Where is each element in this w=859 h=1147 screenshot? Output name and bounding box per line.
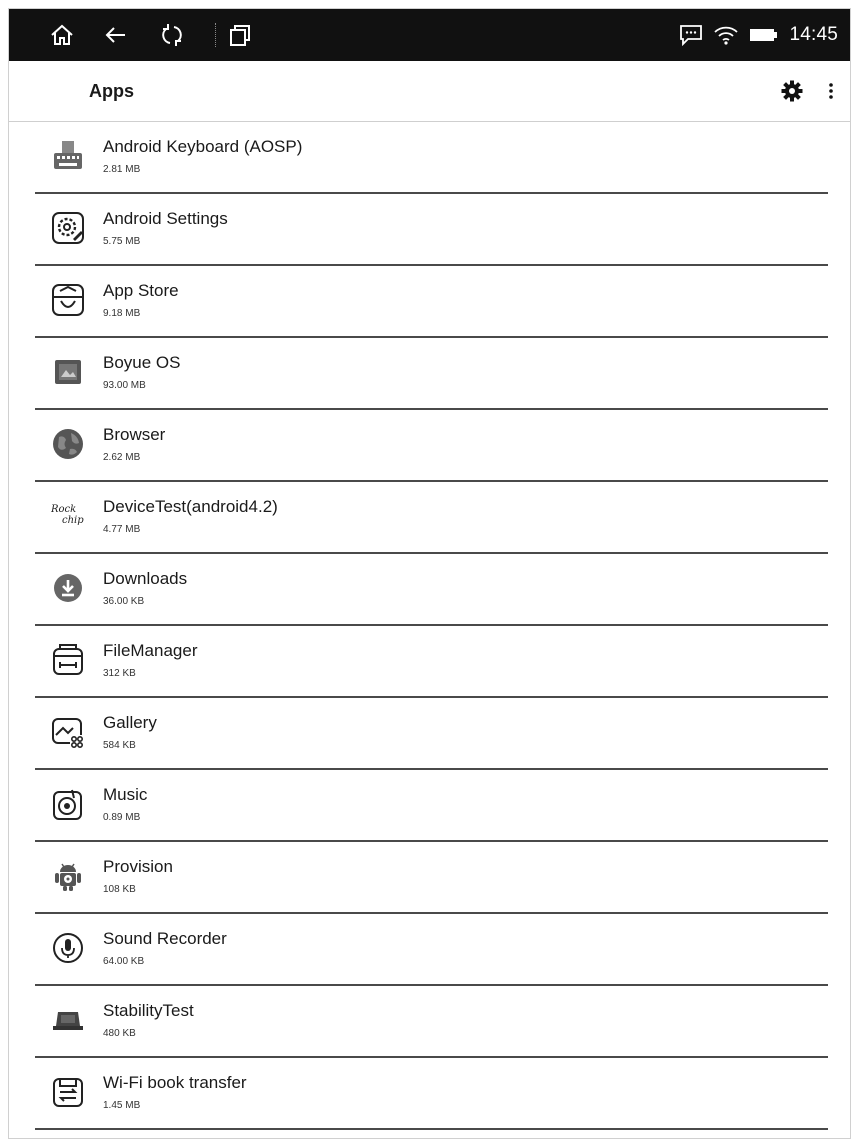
microphone-icon: [53, 933, 83, 963]
laptop-icon: [53, 1012, 83, 1030]
app-size: 64.00 KB: [103, 956, 145, 967]
app-name: Android Settings: [103, 209, 228, 228]
screen: 14:45 Apps Android Keyboard (AOSP) 2.81 …: [8, 8, 851, 1139]
app-name: Android Keyboard (AOSP): [103, 137, 303, 156]
app-size: 584 KB: [103, 740, 136, 751]
app-size: 2.81 MB: [103, 164, 141, 175]
multitask-icon[interactable]: [227, 22, 253, 48]
boyue-os-icon: [55, 360, 81, 384]
list-item[interactable]: Sound Recorder 64.00 KB: [35, 914, 828, 986]
list-item[interactable]: Provision 108 KB: [35, 842, 828, 914]
list-item[interactable]: FileManager 312 KB: [35, 626, 828, 698]
app-size: 2.62 MB: [103, 452, 141, 463]
wifi-icon: [714, 26, 739, 45]
app-size: 312 KB: [103, 668, 136, 679]
app-name: StabilityTest: [103, 1001, 194, 1020]
app-name: Boyue OS: [103, 353, 181, 372]
svg-text:chip: chip: [62, 515, 84, 526]
app-name: DeviceTest(android4.2): [103, 497, 278, 516]
rockchip-icon: Rock chip: [51, 504, 84, 526]
list-item[interactable]: Boyue OS 93.00 MB: [35, 338, 828, 410]
folder-icon: [53, 644, 83, 675]
back-icon[interactable]: [103, 22, 129, 48]
app-name: Music: [103, 785, 148, 804]
app-name: Gallery: [103, 713, 157, 732]
battery-icon: [750, 29, 778, 41]
app-size: 9.18 MB: [103, 308, 141, 319]
refresh-icon[interactable]: [159, 22, 185, 48]
more-vert-icon[interactable]: [826, 79, 836, 103]
book-transfer-icon: [53, 1078, 83, 1107]
list-item[interactable]: Rock chip DeviceTest(android4.2) 4.77 MB: [35, 482, 828, 554]
app-name: App Store: [103, 281, 179, 300]
list-item[interactable]: Android Keyboard (AOSP) 2.81 MB: [35, 122, 828, 194]
app-name: Browser: [103, 425, 166, 444]
status-divider: [215, 23, 216, 47]
app-size: 108 KB: [103, 884, 136, 895]
app-name: Downloads: [103, 569, 188, 588]
gallery-icon: [52, 718, 83, 748]
home-icon[interactable]: [49, 22, 75, 48]
app-size: 36.00 KB: [103, 596, 145, 607]
android-icon: [55, 863, 81, 891]
clock: 14:45: [789, 24, 838, 45]
app-size: 1.45 MB: [103, 1100, 141, 1111]
app-store-icon: [52, 284, 84, 316]
status-bar: 14:45: [9, 9, 850, 61]
app-name: Provision: [103, 857, 173, 876]
list-item[interactable]: Gallery 584 KB: [35, 698, 828, 770]
keyboard-icon: [54, 141, 82, 169]
svg-text:Rock: Rock: [51, 504, 76, 515]
list-item[interactable]: Music 0.89 MB: [35, 770, 828, 842]
list-item[interactable]: App Store 9.18 MB: [35, 266, 828, 338]
app-size: 0.89 MB: [103, 812, 141, 823]
apps-list: Android Keyboard (AOSP) 2.81 MB Android …: [9, 122, 850, 1130]
page-title: Apps: [89, 81, 134, 101]
globe-icon: [53, 429, 83, 459]
download-icon: [54, 574, 82, 602]
status-right: 14:45: [679, 9, 838, 61]
list-item[interactable]: Wi-Fi book transfer 1.45 MB: [35, 1058, 828, 1130]
list-item[interactable]: Browser 2.62 MB: [35, 410, 828, 482]
app-bar: Apps: [9, 61, 850, 122]
app-size: 93.00 MB: [103, 380, 146, 391]
app-name: Wi-Fi book transfer: [103, 1073, 247, 1092]
app-name: FileManager: [103, 641, 198, 660]
app-name: Sound Recorder: [103, 929, 227, 948]
message-icon: [680, 25, 703, 46]
gear-icon[interactable]: [780, 79, 804, 103]
list-item[interactable]: Android Settings 5.75 MB: [35, 194, 828, 266]
list-item[interactable]: Downloads 36.00 KB: [35, 554, 828, 626]
app-size: 5.75 MB: [103, 236, 141, 247]
list-item[interactable]: StabilityTest 480 KB: [35, 986, 828, 1058]
app-size: 480 KB: [103, 1028, 136, 1039]
app-size: 4.77 MB: [103, 524, 141, 535]
music-icon: [53, 789, 82, 820]
settings-icon: [52, 212, 84, 244]
